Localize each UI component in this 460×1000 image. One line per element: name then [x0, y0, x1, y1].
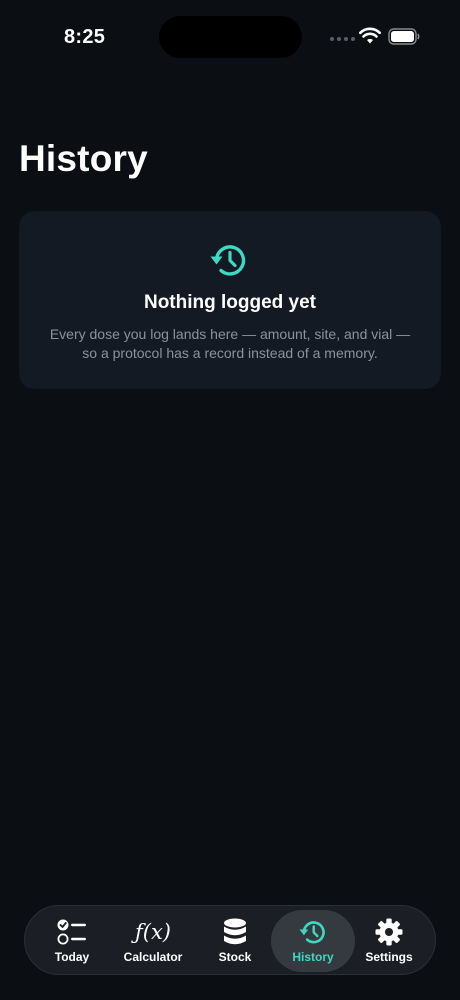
tab-label: Today [54, 950, 90, 964]
tab-label: Calculator [123, 950, 183, 964]
status-time: 8:25 [64, 26, 106, 48]
tab-bar: Today ƒ(x) Calculator Stock History Sett… [24, 905, 436, 975]
tab-history[interactable]: History [271, 910, 355, 972]
checklist-icon [56, 917, 88, 947]
gear-icon [373, 917, 405, 947]
page-title: History [19, 138, 148, 179]
dynamic-island [159, 16, 302, 58]
cellular-signal-icon [330, 37, 355, 41]
empty-state-description: Every dose you log lands here — amount, … [49, 326, 411, 361]
function-icon: ƒ(x) [135, 920, 172, 944]
history-icon [297, 917, 329, 947]
tab-label: History [292, 950, 334, 964]
tab-calculator[interactable]: ƒ(x) Calculator [115, 910, 191, 972]
history-icon [210, 245, 246, 276]
status-bar: 8:25 [0, 0, 460, 76]
battery-icon [388, 28, 420, 45]
database-icon [219, 917, 251, 947]
tab-label: Settings [365, 950, 413, 964]
wifi-icon [359, 27, 381, 44]
history-screen: 8:25 History Nothing logged yet Every do… [0, 0, 460, 1000]
tab-today[interactable]: Today [43, 910, 101, 972]
empty-state-title: Nothing logged yet [143, 292, 317, 313]
tab-label: Stock [218, 950, 252, 964]
tab-settings[interactable]: Settings [359, 910, 419, 972]
tab-stock[interactable]: Stock [207, 910, 263, 972]
